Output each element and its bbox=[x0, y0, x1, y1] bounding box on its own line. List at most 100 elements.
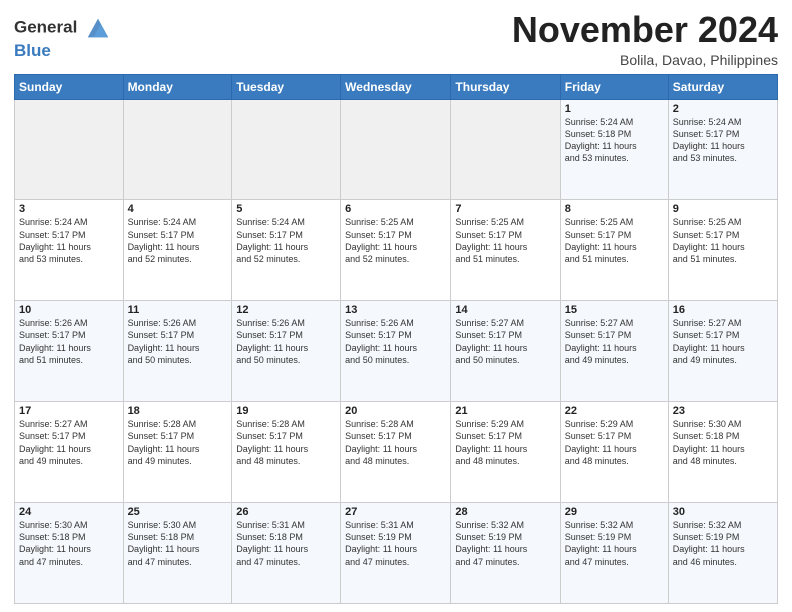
day-info: Sunrise: 5:25 AM Sunset: 5:17 PM Dayligh… bbox=[345, 216, 446, 265]
day-number: 13 bbox=[345, 304, 446, 316]
day-cell: 11Sunrise: 5:26 AM Sunset: 5:17 PM Dayli… bbox=[123, 301, 232, 402]
day-number: 7 bbox=[455, 203, 555, 215]
day-info: Sunrise: 5:28 AM Sunset: 5:17 PM Dayligh… bbox=[128, 418, 228, 467]
day-info: Sunrise: 5:26 AM Sunset: 5:17 PM Dayligh… bbox=[236, 317, 336, 366]
day-cell: 5Sunrise: 5:24 AM Sunset: 5:17 PM Daylig… bbox=[232, 200, 341, 301]
day-number: 22 bbox=[565, 405, 664, 417]
logo-blue: Blue bbox=[14, 42, 112, 61]
day-cell: 8Sunrise: 5:25 AM Sunset: 5:17 PM Daylig… bbox=[560, 200, 668, 301]
day-number: 29 bbox=[565, 506, 664, 518]
day-cell: 13Sunrise: 5:26 AM Sunset: 5:17 PM Dayli… bbox=[341, 301, 451, 402]
day-number: 16 bbox=[673, 304, 773, 316]
page: General Blue November 2024 Bolila, Davao… bbox=[0, 0, 792, 612]
day-cell bbox=[341, 99, 451, 200]
day-cell: 28Sunrise: 5:32 AM Sunset: 5:19 PM Dayli… bbox=[451, 503, 560, 604]
day-info: Sunrise: 5:24 AM Sunset: 5:17 PM Dayligh… bbox=[128, 216, 228, 265]
day-number: 15 bbox=[565, 304, 664, 316]
day-number: 2 bbox=[673, 103, 773, 115]
day-info: Sunrise: 5:25 AM Sunset: 5:17 PM Dayligh… bbox=[673, 216, 773, 265]
day-info: Sunrise: 5:27 AM Sunset: 5:17 PM Dayligh… bbox=[565, 317, 664, 366]
day-cell: 29Sunrise: 5:32 AM Sunset: 5:19 PM Dayli… bbox=[560, 503, 668, 604]
day-cell bbox=[451, 99, 560, 200]
day-cell: 10Sunrise: 5:26 AM Sunset: 5:17 PM Dayli… bbox=[15, 301, 124, 402]
day-cell: 17Sunrise: 5:27 AM Sunset: 5:17 PM Dayli… bbox=[15, 402, 124, 503]
day-number: 4 bbox=[128, 203, 228, 215]
day-cell: 6Sunrise: 5:25 AM Sunset: 5:17 PM Daylig… bbox=[341, 200, 451, 301]
day-number: 6 bbox=[345, 203, 446, 215]
day-number: 1 bbox=[565, 103, 664, 115]
day-info: Sunrise: 5:27 AM Sunset: 5:17 PM Dayligh… bbox=[19, 418, 119, 467]
logo-icon bbox=[84, 14, 112, 42]
day-cell bbox=[232, 99, 341, 200]
day-number: 25 bbox=[128, 506, 228, 518]
day-number: 14 bbox=[455, 304, 555, 316]
day-info: Sunrise: 5:29 AM Sunset: 5:17 PM Dayligh… bbox=[455, 418, 555, 467]
day-info: Sunrise: 5:24 AM Sunset: 5:18 PM Dayligh… bbox=[565, 116, 664, 165]
day-number: 20 bbox=[345, 405, 446, 417]
day-info: Sunrise: 5:30 AM Sunset: 5:18 PM Dayligh… bbox=[128, 519, 228, 568]
day-info: Sunrise: 5:32 AM Sunset: 5:19 PM Dayligh… bbox=[673, 519, 773, 568]
day-info: Sunrise: 5:25 AM Sunset: 5:17 PM Dayligh… bbox=[455, 216, 555, 265]
day-number: 21 bbox=[455, 405, 555, 417]
day-cell: 14Sunrise: 5:27 AM Sunset: 5:17 PM Dayli… bbox=[451, 301, 560, 402]
header: General Blue November 2024 Bolila, Davao… bbox=[14, 10, 778, 68]
day-cell: 19Sunrise: 5:28 AM Sunset: 5:17 PM Dayli… bbox=[232, 402, 341, 503]
day-number: 11 bbox=[128, 304, 228, 316]
day-info: Sunrise: 5:27 AM Sunset: 5:17 PM Dayligh… bbox=[455, 317, 555, 366]
week-row-3: 10Sunrise: 5:26 AM Sunset: 5:17 PM Dayli… bbox=[15, 301, 778, 402]
month-title: November 2024 bbox=[512, 10, 778, 50]
day-info: Sunrise: 5:25 AM Sunset: 5:17 PM Dayligh… bbox=[565, 216, 664, 265]
calendar-table: SundayMondayTuesdayWednesdayThursdayFrid… bbox=[14, 74, 778, 604]
day-cell: 7Sunrise: 5:25 AM Sunset: 5:17 PM Daylig… bbox=[451, 200, 560, 301]
week-row-4: 17Sunrise: 5:27 AM Sunset: 5:17 PM Dayli… bbox=[15, 402, 778, 503]
day-info: Sunrise: 5:28 AM Sunset: 5:17 PM Dayligh… bbox=[345, 418, 446, 467]
day-info: Sunrise: 5:32 AM Sunset: 5:19 PM Dayligh… bbox=[565, 519, 664, 568]
day-number: 17 bbox=[19, 405, 119, 417]
day-info: Sunrise: 5:26 AM Sunset: 5:17 PM Dayligh… bbox=[19, 317, 119, 366]
day-number: 3 bbox=[19, 203, 119, 215]
col-header-thursday: Thursday bbox=[451, 74, 560, 99]
day-info: Sunrise: 5:30 AM Sunset: 5:18 PM Dayligh… bbox=[673, 418, 773, 467]
day-info: Sunrise: 5:26 AM Sunset: 5:17 PM Dayligh… bbox=[345, 317, 446, 366]
day-cell: 3Sunrise: 5:24 AM Sunset: 5:17 PM Daylig… bbox=[15, 200, 124, 301]
day-cell: 1Sunrise: 5:24 AM Sunset: 5:18 PM Daylig… bbox=[560, 99, 668, 200]
week-row-1: 1Sunrise: 5:24 AM Sunset: 5:18 PM Daylig… bbox=[15, 99, 778, 200]
col-header-sunday: Sunday bbox=[15, 74, 124, 99]
day-number: 26 bbox=[236, 506, 336, 518]
day-cell: 9Sunrise: 5:25 AM Sunset: 5:17 PM Daylig… bbox=[668, 200, 777, 301]
logo: General Blue bbox=[14, 14, 112, 61]
day-info: Sunrise: 5:29 AM Sunset: 5:17 PM Dayligh… bbox=[565, 418, 664, 467]
day-cell: 25Sunrise: 5:30 AM Sunset: 5:18 PM Dayli… bbox=[123, 503, 232, 604]
day-number: 8 bbox=[565, 203, 664, 215]
week-row-5: 24 Sunrise: 5:30 AM Sunset: 5:18 PM Dayli… bbox=[15, 503, 778, 604]
day-number: 28 bbox=[455, 506, 555, 518]
col-header-friday: Friday bbox=[560, 74, 668, 99]
day-cell: 4Sunrise: 5:24 AM Sunset: 5:17 PM Daylig… bbox=[123, 200, 232, 301]
col-header-monday: Monday bbox=[123, 74, 232, 99]
day-cell: 20Sunrise: 5:28 AM Sunset: 5:17 PM Dayli… bbox=[341, 402, 451, 503]
day-cell: 22Sunrise: 5:29 AM Sunset: 5:17 PM Dayli… bbox=[560, 402, 668, 503]
day-cell: 21Sunrise: 5:29 AM Sunset: 5:17 PM Dayli… bbox=[451, 402, 560, 503]
day-cell bbox=[15, 99, 124, 200]
day-number: 24 bbox=[19, 506, 119, 518]
week-row-2: 3Sunrise: 5:24 AM Sunset: 5:17 PM Daylig… bbox=[15, 200, 778, 301]
day-info: Sunrise: 5:26 AM Sunset: 5:17 PM Dayligh… bbox=[128, 317, 228, 366]
day-cell: 30Sunrise: 5:32 AM Sunset: 5:19 PM Dayli… bbox=[668, 503, 777, 604]
day-info: Sunrise: 5:24 AM Sunset: 5:17 PM Dayligh… bbox=[236, 216, 336, 265]
day-cell: 16Sunrise: 5:27 AM Sunset: 5:17 PM Dayli… bbox=[668, 301, 777, 402]
day-cell: 2Sunrise: 5:24 AM Sunset: 5:17 PM Daylig… bbox=[668, 99, 777, 200]
location-subtitle: Bolila, Davao, Philippines bbox=[512, 52, 778, 68]
day-cell bbox=[123, 99, 232, 200]
day-cell: 15Sunrise: 5:27 AM Sunset: 5:17 PM Dayli… bbox=[560, 301, 668, 402]
day-info: Sunrise: 5:27 AM Sunset: 5:17 PM Dayligh… bbox=[673, 317, 773, 366]
day-info: Sunrise: 5:24 AM Sunset: 5:17 PM Dayligh… bbox=[19, 216, 119, 265]
day-info: Sunrise: 5:24 AM Sunset: 5:17 PM Dayligh… bbox=[673, 116, 773, 165]
col-header-wednesday: Wednesday bbox=[341, 74, 451, 99]
logo-general: General bbox=[14, 17, 77, 36]
col-header-saturday: Saturday bbox=[668, 74, 777, 99]
day-number: 5 bbox=[236, 203, 336, 215]
day-info: Sunrise: 5:32 AM Sunset: 5:19 PM Dayligh… bbox=[455, 519, 555, 568]
day-number: 30 bbox=[673, 506, 773, 518]
day-cell: 18Sunrise: 5:28 AM Sunset: 5:17 PM Dayli… bbox=[123, 402, 232, 503]
day-number: 27 bbox=[345, 506, 446, 518]
